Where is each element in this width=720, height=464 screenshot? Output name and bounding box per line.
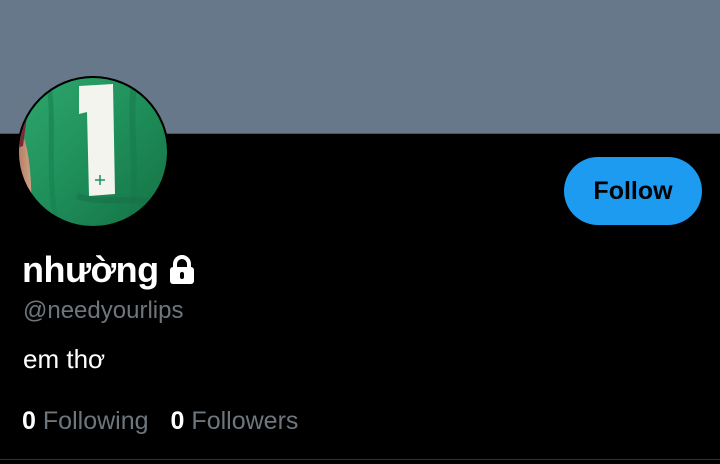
followers-link[interactable]: 0 Followers	[171, 405, 299, 437]
name-row: nhường	[22, 248, 197, 292]
bio: em thơ	[23, 344, 106, 374]
profile-page: Follow nhường @needyourlips em thơ 0 Fol…	[0, 0, 720, 464]
following-link[interactable]: 0 Following	[22, 405, 149, 437]
divider	[0, 459, 720, 460]
profile-stats: 0 Following 0 Followers	[22, 405, 320, 437]
display-name: nhường	[22, 249, 159, 290]
followers-count: 0	[170, 407, 185, 435]
followers-label: Followers	[191, 407, 299, 435]
handle: @needyourlips	[23, 297, 184, 324]
avatar[interactable]	[17, 76, 169, 228]
following-count: 0	[22, 407, 36, 435]
avatar-image	[17, 76, 169, 228]
lock-icon	[167, 254, 197, 286]
following-label: Following	[42, 407, 149, 435]
follow-button[interactable]: Follow	[564, 157, 702, 225]
